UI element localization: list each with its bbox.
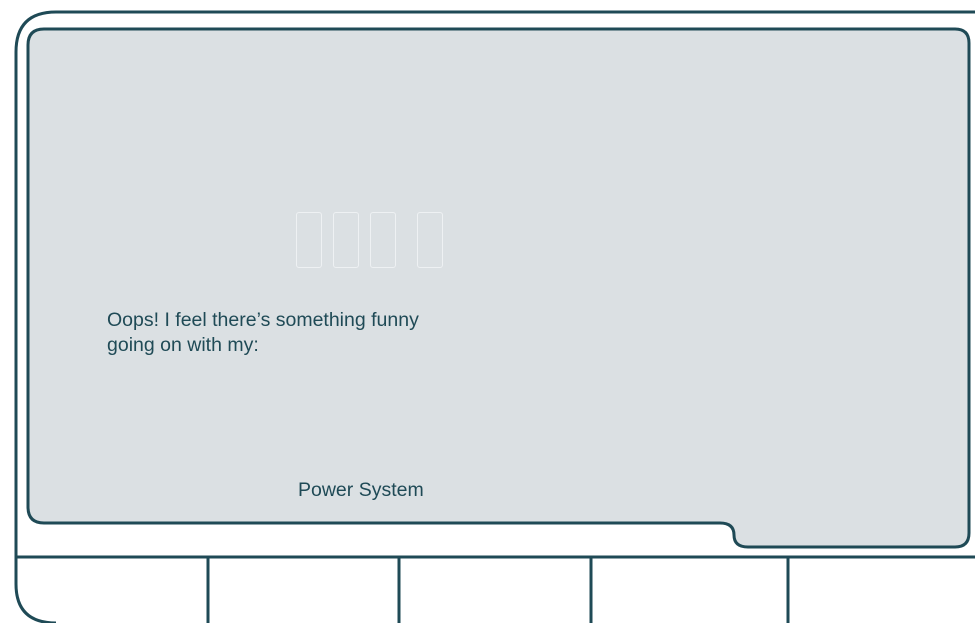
segment-code-display: [296, 212, 446, 270]
error-message-line: Oops! I feel there’s something funny: [107, 309, 419, 331]
softkey-4[interactable]: [593, 558, 787, 623]
device-frame: Oops! I feel there’s something funny goi…: [0, 0, 975, 623]
softkey-3[interactable]: [401, 558, 590, 623]
segment-digit: [333, 212, 359, 268]
subsystem-label: Power System: [298, 479, 424, 501]
segment-digit: [370, 212, 396, 268]
softkey-5[interactable]: [790, 558, 975, 623]
segment-digit: [296, 212, 322, 268]
segment-digit: [417, 212, 443, 268]
error-message: Oops! I feel there’s something funny goi…: [107, 308, 527, 358]
softkey-2[interactable]: [210, 558, 398, 623]
error-message-line: going on with my:: [107, 334, 259, 356]
softkey-1[interactable]: [18, 558, 207, 623]
